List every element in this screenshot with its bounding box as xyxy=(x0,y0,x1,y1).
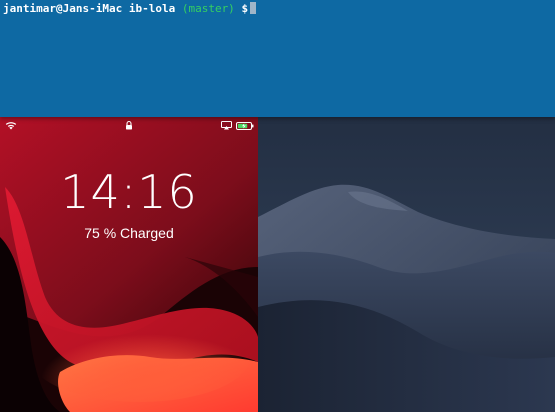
terminal-window[interactable]: jantimar@Jans-iMac ib-lola (master) $ xyxy=(0,0,555,117)
prompt-git-branch: (master) xyxy=(181,2,235,15)
ios-wallpaper xyxy=(0,117,258,412)
ios-status-bar xyxy=(0,117,258,135)
lock-screen-time: 14:16 xyxy=(60,165,198,219)
mojave-desktop-wallpaper xyxy=(258,117,555,412)
battery-icon xyxy=(236,122,254,130)
prompt-symbol: $ xyxy=(241,2,249,15)
terminal-prompt: jantimar@Jans-iMac ib-lola (master) $ xyxy=(3,2,257,15)
iphone-simulator-lock-screen[interactable]: 14:16 75 % Charged xyxy=(0,117,258,412)
screen: jantimar@Jans-iMac ib-lola (master) $ 14… xyxy=(0,0,555,412)
prompt-user-host: jantimar@Jans-iMac xyxy=(3,2,123,15)
airplay-icon xyxy=(221,121,232,130)
prompt-directory: ib-lola xyxy=(128,2,176,15)
macos-desktop[interactable] xyxy=(258,117,555,412)
wifi-icon xyxy=(5,122,17,130)
lock-icon xyxy=(126,121,132,130)
charging-status-text: 75 % Charged xyxy=(84,225,174,241)
terminal-cursor[interactable] xyxy=(250,2,257,14)
